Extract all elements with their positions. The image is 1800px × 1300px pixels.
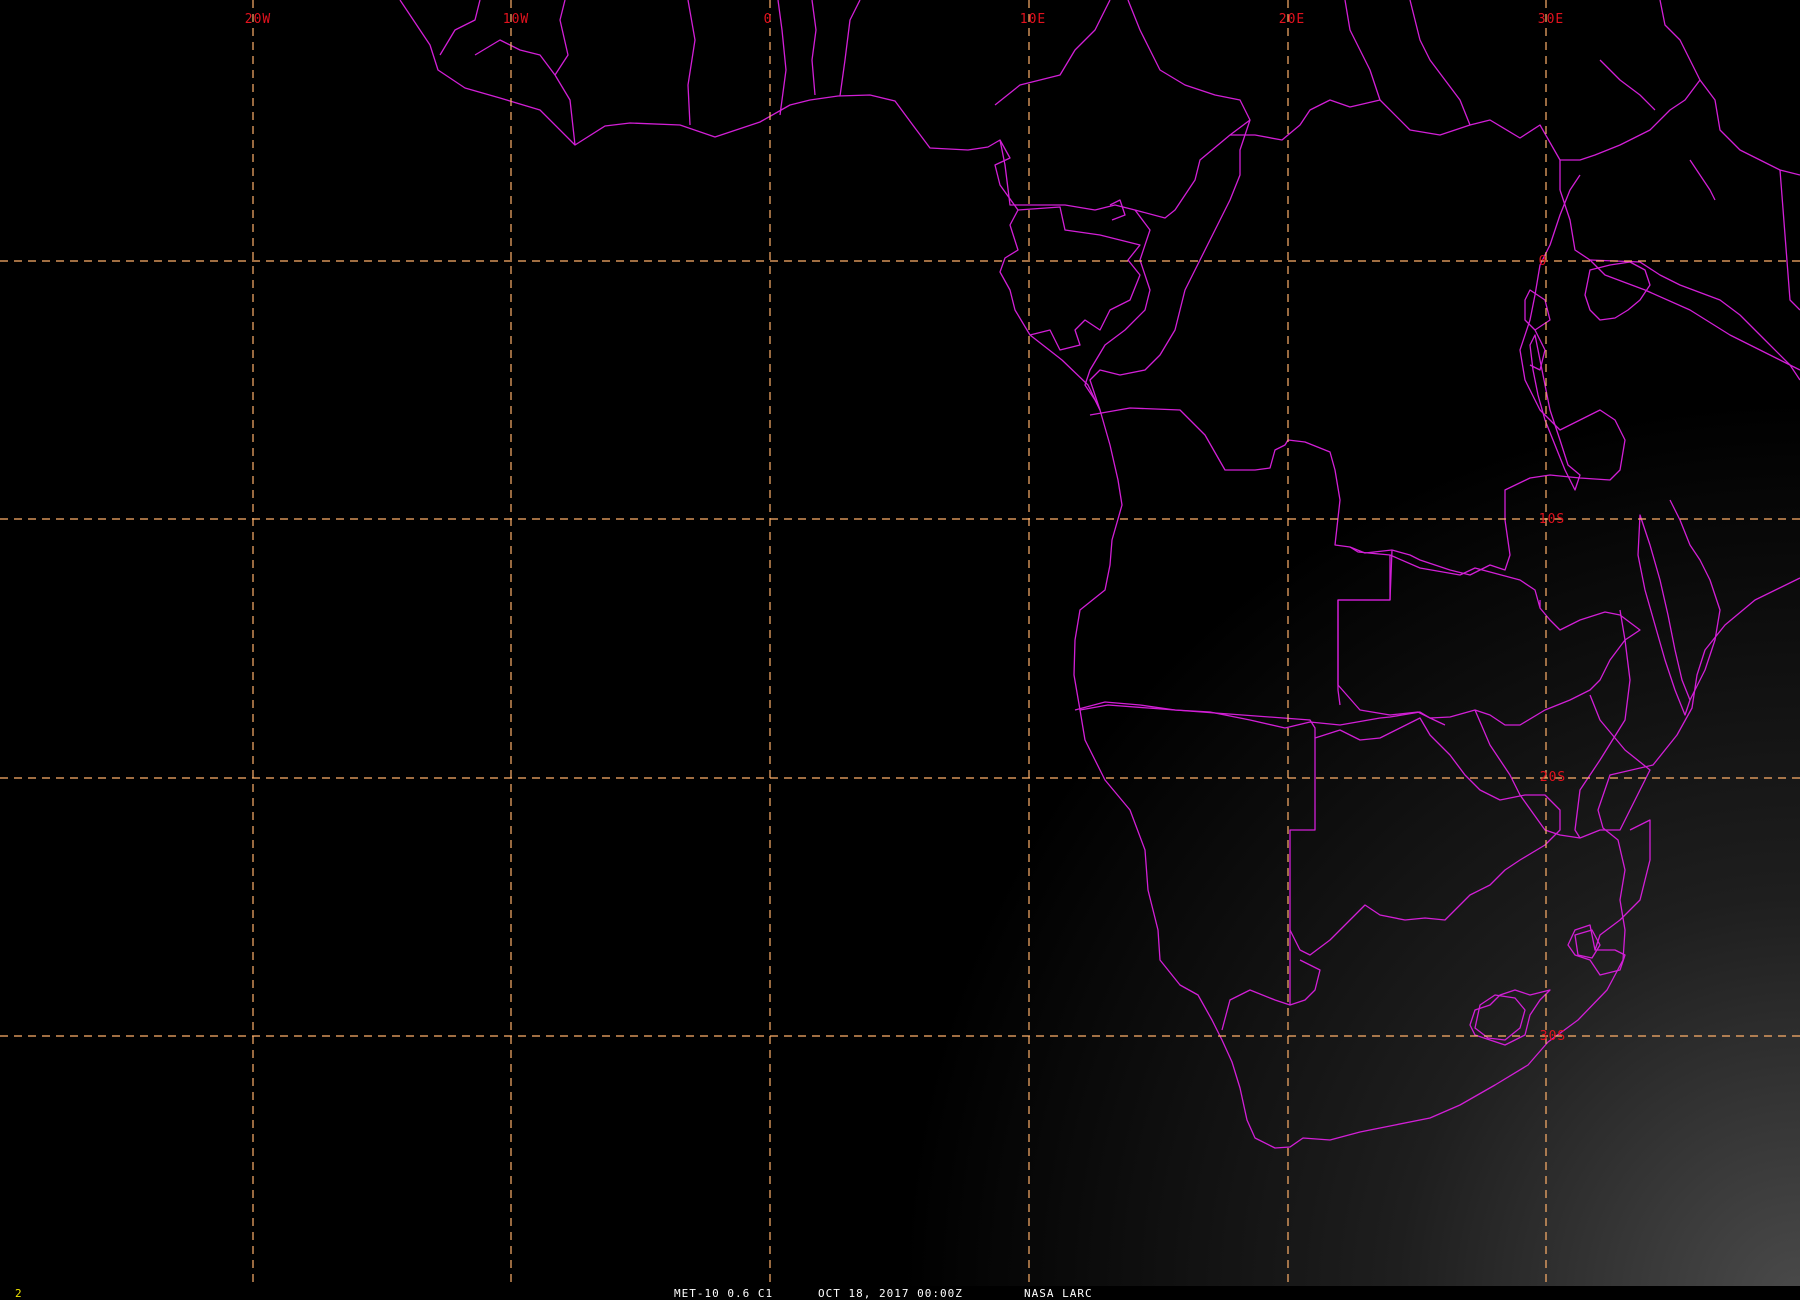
map-canvas: 20W 10W 0 10E 20E 30E 0 10S 20S 30S 2 ME… [0,0,1800,1300]
frame-number: 2 [15,1287,22,1300]
lat-label-0: 0 [1539,254,1548,269]
satellite-image-viewer: 20W 10W 0 10E 20E 30E 0 10S 20S 30S 2 ME… [0,0,1800,1300]
satellite-channel: MET-10 0.6 C1 [674,1287,773,1300]
lat-label-30s: 30S [1540,1029,1566,1044]
lon-label-20w: 20W [245,12,271,27]
image-datetime: OCT 18, 2017 00:00Z [818,1287,963,1300]
lat-label-10s: 10S [1539,512,1565,527]
status-bar: 2 MET-10 0.6 C1 OCT 18, 2017 00:00Z NASA… [0,1286,1800,1300]
lon-label-20e: 20E [1279,12,1305,27]
lon-label-30e: 30E [1538,12,1564,27]
lon-label-10w: 10W [503,12,529,27]
lon-label-0: 0 [764,12,773,27]
lat-label-20s: 20S [1540,770,1566,785]
earth-image [0,0,1800,1286]
lon-label-10e: 10E [1020,12,1046,27]
image-source: NASA LARC [1024,1287,1093,1300]
